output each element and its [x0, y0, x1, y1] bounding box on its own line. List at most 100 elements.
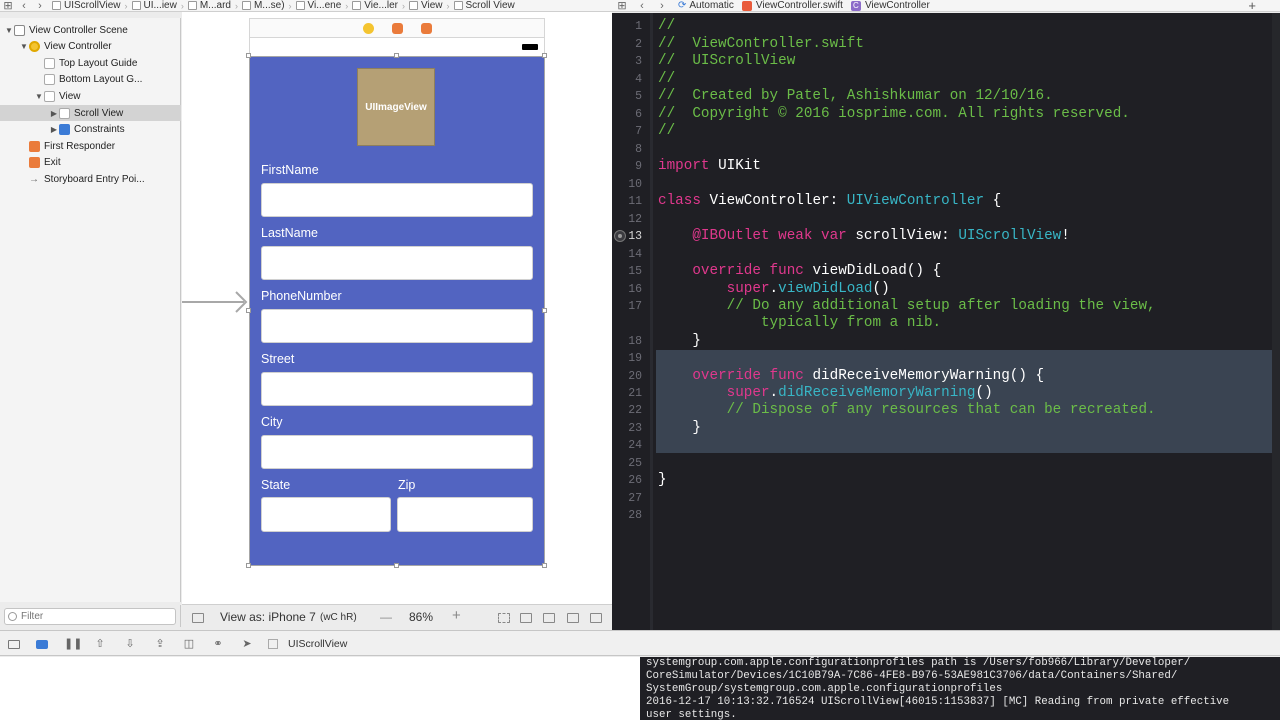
- hide-debug-area-icon[interactable]: [8, 640, 20, 649]
- outline-toggle-icon[interactable]: [192, 613, 204, 623]
- forward-icon[interactable]: ›: [652, 0, 672, 12]
- breadcrumb-item[interactable]: M...ard: [184, 0, 235, 11]
- code-line[interactable]: 6 // Copyright © 2016 iosprime.com. All r…: [612, 106, 1272, 124]
- outline-item[interactable]: ▼ View: [0, 88, 181, 104]
- code-line[interactable]: 17 // Do any additional setup after load…: [612, 298, 1272, 316]
- grid-icon[interactable]: ⊞: [0, 0, 16, 11]
- resize-handle[interactable]: [246, 308, 251, 313]
- city-field[interactable]: [261, 435, 533, 469]
- last-name-field[interactable]: [261, 246, 533, 280]
- code-line[interactable]: 7 //: [612, 123, 1272, 141]
- disclosure-triangle-icon[interactable]: ▼: [19, 42, 29, 51]
- resize-handle[interactable]: [542, 563, 547, 568]
- code-line[interactable]: 11 class ViewController: UIViewController…: [612, 193, 1272, 211]
- zoom-out-icon[interactable]: —: [380, 610, 392, 624]
- code-line[interactable]: 23 }: [612, 420, 1272, 438]
- step-out-icon[interactable]: ⇪: [154, 638, 166, 650]
- grid-icon[interactable]: ⊞: [612, 0, 632, 12]
- code-line[interactable]: typically from a nib.: [612, 315, 1272, 333]
- resolve-issues-icon[interactable]: [590, 613, 602, 623]
- first-name-field[interactable]: [261, 183, 533, 217]
- resize-handle[interactable]: [542, 53, 547, 58]
- forward-icon[interactable]: ›: [32, 0, 48, 11]
- code-line[interactable]: 10: [612, 176, 1272, 194]
- assistant-mode[interactable]: Automatic: [689, 0, 733, 11]
- code-line[interactable]: 16 super.viewDidLoad(): [612, 281, 1272, 299]
- code-line[interactable]: 5 // Created by Patel, Ashishkumar on 12/…: [612, 88, 1272, 106]
- code-line[interactable]: 12: [612, 211, 1272, 229]
- breadcrumb-item[interactable]: UI...iew: [128, 0, 181, 11]
- code-line[interactable]: 1 //: [612, 18, 1272, 36]
- code-line[interactable]: 15 override func viewDidLoad() {: [612, 263, 1272, 281]
- code-line[interactable]: 22 // Dispose of any resources that can …: [612, 402, 1272, 420]
- zip-field[interactable]: [397, 497, 533, 532]
- location-icon[interactable]: ➤: [241, 638, 253, 650]
- state-field[interactable]: [261, 497, 391, 532]
- back-icon[interactable]: ‹: [632, 0, 652, 12]
- code-line[interactable]: 27: [612, 490, 1272, 508]
- size-class-label[interactable]: (wC hR): [320, 612, 357, 623]
- code-line[interactable]: 2 // ViewController.swift: [612, 36, 1272, 54]
- resize-handle[interactable]: [394, 53, 399, 58]
- disclosure-triangle-icon[interactable]: ▶: [49, 125, 59, 134]
- first-responder-icon[interactable]: [392, 23, 403, 34]
- outline-item[interactable]: ▶ Constraints: [0, 122, 181, 138]
- phone-number-field[interactable]: [261, 309, 533, 343]
- breadcrumb-item[interactable]: View: [405, 0, 447, 11]
- memory-graph-icon[interactable]: ⚭: [212, 638, 224, 650]
- pause-icon[interactable]: ❚❚: [64, 638, 82, 650]
- outline-item[interactable]: Top Layout Guide: [0, 55, 181, 71]
- editor-scrollbar[interactable]: [1272, 13, 1280, 630]
- step-over-icon[interactable]: ⇧: [94, 638, 106, 650]
- view-debugger-icon[interactable]: ◫: [183, 638, 195, 650]
- street-field[interactable]: [261, 372, 533, 406]
- filter-input[interactable]: [4, 608, 176, 625]
- code-line[interactable]: 14: [612, 246, 1272, 264]
- file-crumb[interactable]: ViewController.swift: [756, 0, 843, 11]
- code-line[interactable]: 18 }: [612, 333, 1272, 351]
- update-frames-icon[interactable]: [498, 613, 510, 623]
- resize-handle[interactable]: [394, 563, 399, 568]
- view-controller-icon[interactable]: [363, 23, 374, 34]
- outline-item[interactable]: Exit: [0, 155, 181, 171]
- variables-view[interactable]: [0, 657, 640, 720]
- outline-item[interactable]: → Storyboard Entry Poi...: [0, 171, 181, 187]
- outline-item[interactable]: First Responder: [0, 138, 181, 154]
- add-editor-icon[interactable]: +: [1248, 0, 1256, 13]
- stack-icon[interactable]: [520, 613, 532, 623]
- view-as-label[interactable]: View as: iPhone 7: [220, 610, 316, 624]
- breakpoints-icon[interactable]: [36, 640, 48, 649]
- console-output[interactable]: systemgroup.com.apple.configurationprofi…: [640, 657, 1280, 720]
- image-view[interactable]: UIImageView: [357, 68, 435, 146]
- back-icon[interactable]: ‹: [16, 0, 32, 11]
- code-line[interactable]: 19: [612, 350, 1272, 368]
- step-into-icon[interactable]: ⇩: [124, 638, 136, 650]
- code-line[interactable]: 20 override func didReceiveMemoryWarning…: [612, 368, 1272, 386]
- disclosure-triangle-icon[interactable]: ▼: [34, 92, 44, 101]
- disclosure-triangle-icon[interactable]: ▼: [4, 26, 14, 35]
- resize-handle[interactable]: [246, 53, 251, 58]
- resize-handle[interactable]: [246, 563, 251, 568]
- code-line[interactable]: 4 //: [612, 71, 1272, 89]
- code-line[interactable]: 24: [612, 437, 1272, 455]
- code-line[interactable]: 21 super.didReceiveMemoryWarning(): [612, 385, 1272, 403]
- code-line[interactable]: 28: [612, 507, 1272, 525]
- resize-handle[interactable]: [542, 308, 547, 313]
- code-line[interactable]: 3 // UIScrollView: [612, 53, 1272, 71]
- code-line[interactable]: 8: [612, 141, 1272, 159]
- outline-item[interactable]: ▼ View Controller Scene: [0, 22, 181, 38]
- align-icon[interactable]: [543, 613, 555, 623]
- disclosure-triangle-icon[interactable]: ▶: [49, 109, 59, 118]
- pin-icon[interactable]: [567, 613, 579, 623]
- breadcrumb-item[interactable]: Vie...ler: [348, 0, 402, 11]
- zoom-in-icon[interactable]: +: [452, 607, 461, 624]
- outline-item[interactable]: Bottom Layout G...: [0, 72, 181, 88]
- outlet-connection-icon[interactable]: [614, 230, 626, 242]
- outline-item[interactable]: ▼ View Controller: [0, 39, 181, 55]
- outline-item[interactable]: ▶ Scroll View: [0, 105, 181, 121]
- symbol-crumb[interactable]: ViewController: [865, 0, 930, 11]
- code-line[interactable]: 26}: [612, 472, 1272, 490]
- breadcrumb-item[interactable]: M...se): [238, 0, 289, 11]
- breadcrumb-item[interactable]: Scroll View: [450, 0, 519, 11]
- code-line[interactable]: 13 @IBOutlet weak var scrollView: UIScro…: [612, 228, 1272, 246]
